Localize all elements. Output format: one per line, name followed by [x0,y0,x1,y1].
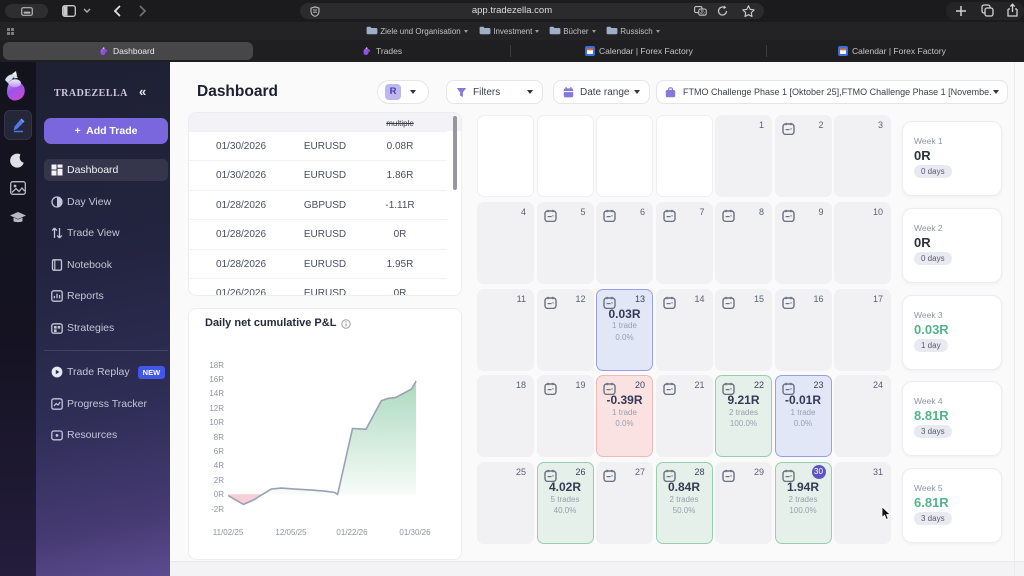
svg-text:あ: あ [700,9,706,16]
